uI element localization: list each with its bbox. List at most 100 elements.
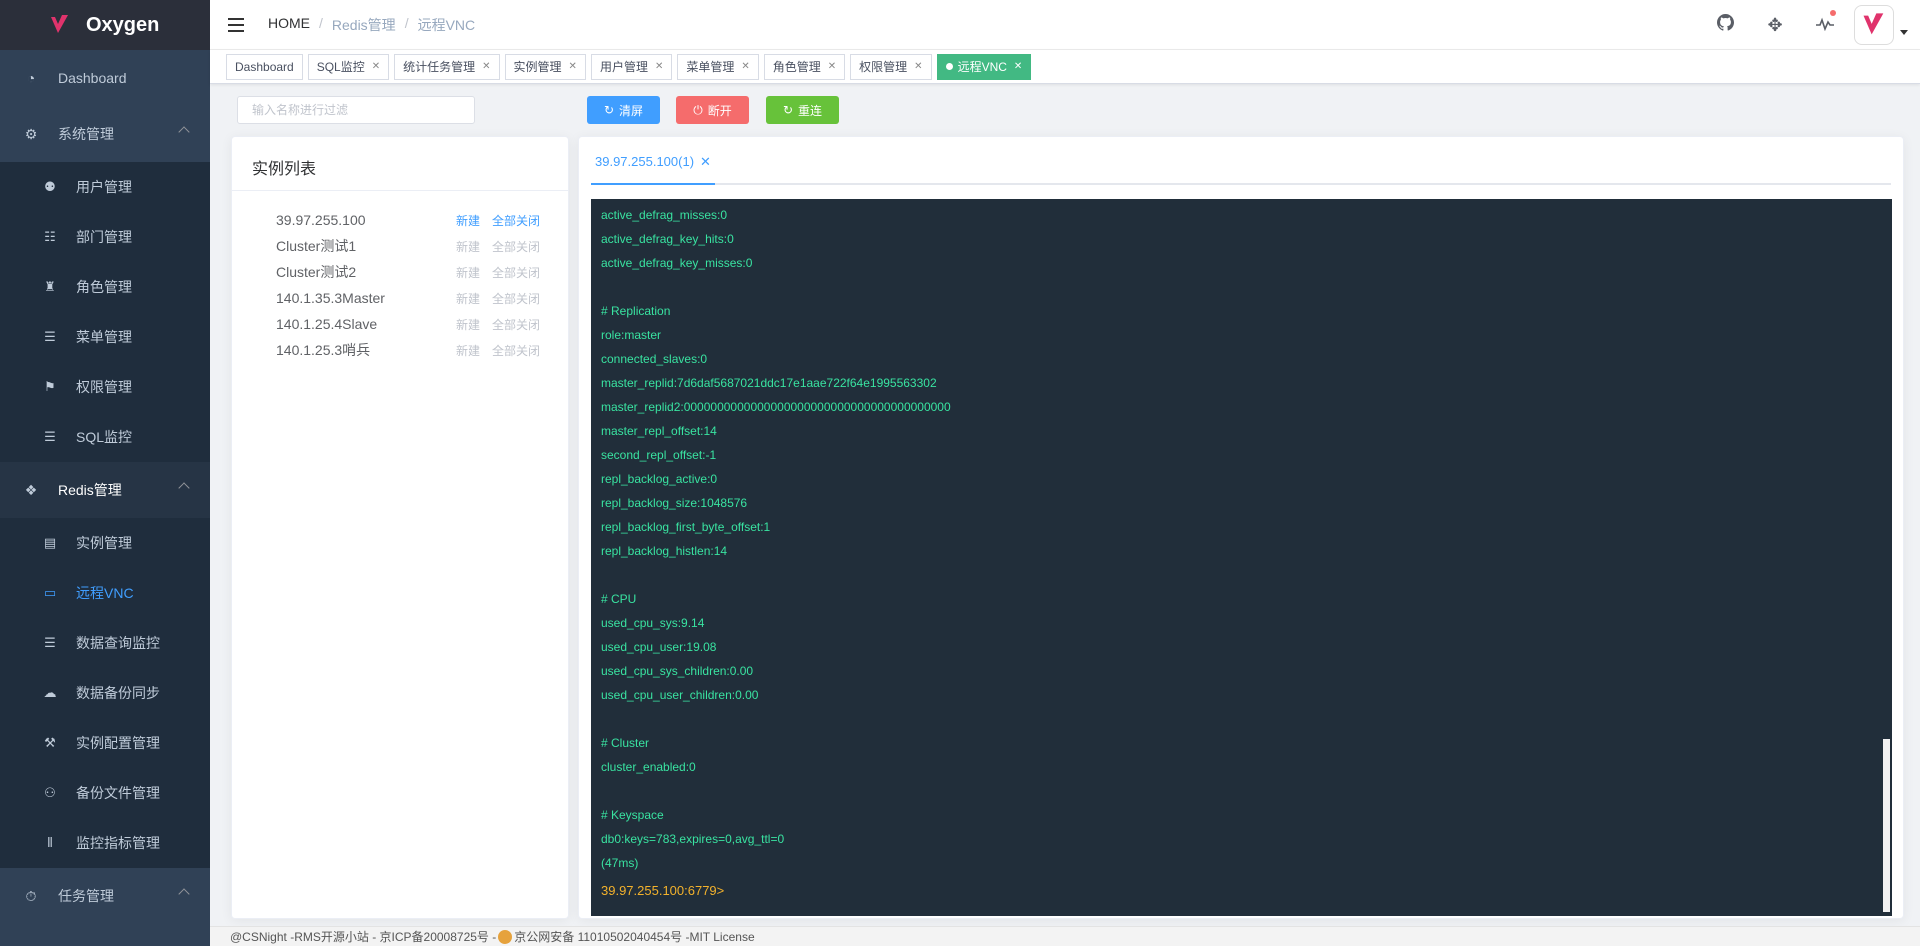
avatar[interactable] [1854,5,1894,45]
terminal-tab[interactable]: 39.97.255.100(1) ✕ [591,151,715,185]
close-all-link[interactable]: 全部关闭 [492,212,540,229]
close-all-link[interactable]: 全部关闭 [492,264,540,281]
move-icon[interactable]: ✥ [1750,15,1800,36]
sidebar-item-sql-monitor[interactable]: ☰ SQL监控 [0,412,210,462]
tag-users[interactable]: 用户管理 ✕ [590,53,673,80]
breadcrumb-home[interactable]: HOME [268,15,310,35]
close-icon[interactable]: ✕ [1014,55,1022,79]
instance-item[interactable]: Cluster测试2 新建 全部关闭 [232,259,568,285]
caret-down-icon[interactable] [1900,29,1908,35]
close-icon[interactable]: ✕ [741,55,749,79]
instance-item[interactable]: 39.97.255.100 新建 全部关闭 [232,207,568,233]
sidebar-item-instances[interactable]: ▤ 实例管理 [0,518,210,568]
sidebar-item-label: 权限管理 [76,379,132,395]
close-icon[interactable]: ✕ [569,55,577,79]
tag-sql-monitor[interactable]: SQL监控 ✕ [307,53,390,80]
tag-roles[interactable]: 角色管理 ✕ [763,53,846,80]
close-all-link[interactable]: 全部关闭 [492,238,540,255]
new-connection-link[interactable]: 新建 [456,316,480,333]
sidebar-item-label: 用户管理 [76,179,132,195]
instance-item[interactable]: 140.1.25.3哨兵 新建 全部关闭 [232,337,568,363]
tag-label: Dashboard [235,59,294,74]
sidebar-group-tasks[interactable]: ⏱ 任务管理 [0,868,210,924]
instance-item[interactable]: Cluster测试1 新建 全部关闭 [232,233,568,259]
terminal-line: used_cpu_user_children:0.00 [601,688,759,702]
new-connection-link[interactable]: 新建 [456,290,480,307]
footer-icp[interactable]: @CSNight -RMS开源小站 - 京ICP备20008725号 - [230,930,496,944]
tag-label: 权限管理 [859,59,908,74]
sidebar-item-users[interactable]: ⚉ 用户管理 [0,162,210,212]
close-icon[interactable]: ✕ [655,55,663,79]
sidebar-item-backup-sync[interactable]: ☁ 数据备份同步 [0,668,210,718]
sidebar-item-backup-files[interactable]: ⚇ 备份文件管理 [0,768,210,818]
tag-label: 实例管理 [513,59,562,74]
terminal-line: role:master [601,328,662,342]
close-icon[interactable]: ✕ [828,55,836,79]
tag-remote-vnc[interactable]: 远程VNC ✕ [936,53,1032,80]
reconnect-label: 重连 [798,103,823,118]
permission-icon: ⚑ [44,379,56,394]
sidebar-item-dashboard[interactable]: ◔ Dashboard [0,50,210,106]
monitor-icon: ▭ [43,585,57,600]
sidebar-item-remote-vnc[interactable]: ▭ 远程VNC [0,568,210,618]
terminal-tabs: 39.97.255.100(1) ✕ [591,151,1891,185]
role-icon: ♜ [44,279,56,294]
tag-permissions[interactable]: 权限管理 ✕ [850,53,932,80]
wrench-icon: ⚒ [44,735,56,750]
tag-dashboard[interactable]: Dashboard [226,53,303,80]
logo[interactable]: Oxygen [0,0,210,50]
close-all-link[interactable]: 全部关闭 [492,290,540,307]
new-connection-link[interactable]: 新建 [456,264,480,281]
terminal-console[interactable]: active_defrag_misses:0 active_defrag_key_… [591,199,1892,916]
disconnect-label: 断开 [707,103,732,118]
new-connection-link[interactable]: 新建 [456,342,480,359]
instance-item[interactable]: 140.1.35.3Master 新建 全部关闭 [232,285,568,311]
activity-icon[interactable] [1800,9,1850,36]
sidebar-item-menus[interactable]: ☰ 菜单管理 [0,312,210,362]
close-all-link[interactable]: 全部关闭 [492,316,540,333]
tag-menus[interactable]: 菜单管理 ✕ [677,53,759,80]
sidebar-item-query-monitor[interactable]: ☰ 数据查询监控 [0,618,210,668]
sidebar-group-redis[interactable]: ❖ Redis管理 [0,462,210,518]
terminal-prompt[interactable]: 39.97.255.100:6779> [601,875,1882,907]
close-icon[interactable]: ✕ [914,55,922,79]
gears-icon: ⚙ [24,125,38,142]
terminal-tab-label: 39.97.255.100(1) [595,154,695,169]
tag-instances[interactable]: 实例管理 ✕ [504,53,586,80]
close-all-link[interactable]: 全部关闭 [492,342,540,359]
terminal-scrollbar[interactable] [1883,739,1890,912]
tag-stat-tasks[interactable]: 统计任务管理 ✕ [394,53,500,80]
sidebar-item-instance-config[interactable]: ⚒ 实例配置管理 [0,718,210,768]
terminal-line: db0:keys=783,expires=0,avg_ttl=0 [601,832,785,846]
sidebar-item-metrics[interactable]: ⫴ 监控指标管理 [0,818,210,868]
instance-list: 39.97.255.100 新建 全部关闭 Cluster测试1 新建 全部关闭 Clust… [232,191,568,363]
sidebar-item-roles[interactable]: ♜ 角色管理 [0,262,210,312]
close-icon[interactable]: ✕ [700,154,711,169]
sidebar-item-label: Dashboard [58,70,127,86]
new-connection-link[interactable]: 新建 [456,212,480,229]
clear-screen-button[interactable]: ↻ 清屏 [587,96,660,124]
instance-filter-input[interactable] [237,96,475,124]
power-icon: ⏻ [693,102,703,117]
list-icon: ☰ [44,329,56,344]
sidebar-item-label: 任务管理 [58,888,114,904]
oxygen-logo-icon [51,15,68,33]
hamburger-icon[interactable] [228,17,244,32]
close-icon[interactable]: ✕ [372,55,380,79]
sidebar-item-departments[interactable]: ☷ 部门管理 [0,212,210,262]
terminal-line: active_defrag_misses:0 [601,208,728,222]
user-gear-icon: ⚉ [44,179,56,194]
github-icon[interactable] [1700,14,1750,36]
terminal-line: # Cluster [601,736,650,750]
reconnect-button[interactable]: ↻ 重连 [766,96,839,124]
sidebar-item-permissions[interactable]: ⚑ 权限管理 [0,362,210,412]
breadcrumb-separator: / [319,14,323,31]
close-icon[interactable]: ✕ [482,55,490,79]
instance-actions: 新建 全部关闭 [456,207,552,233]
footer-license[interactable]: 京公网安备 11010502040454号 -MIT License [514,930,754,944]
tag-label: 统计任务管理 [403,59,476,74]
disconnect-button[interactable]: ⏻ 断开 [676,96,749,124]
new-connection-link[interactable]: 新建 [456,238,480,255]
sidebar-group-system[interactable]: ⚙ 系统管理 [0,106,210,162]
instance-item[interactable]: 140.1.25.4Slave 新建 全部关闭 [232,311,568,337]
